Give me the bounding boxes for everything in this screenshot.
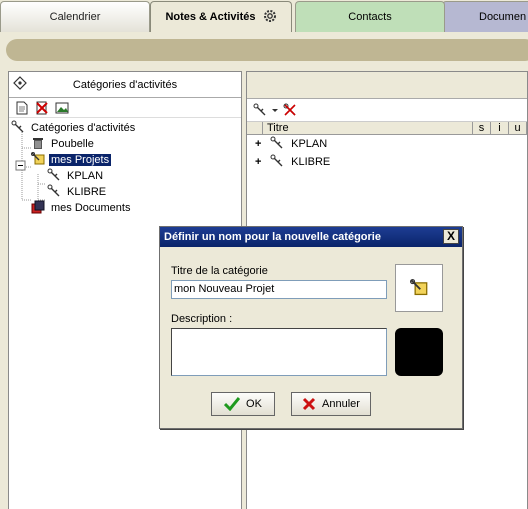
banner-bar xyxy=(6,39,528,61)
column-header: Titre s i u xyxy=(247,121,527,135)
tag-icon xyxy=(47,184,60,197)
column-u[interactable]: u xyxy=(509,122,527,134)
ok-label: OK xyxy=(246,398,262,410)
dialog-title: Définir un nom pour la nouvelle catégori… xyxy=(164,231,381,243)
column-i[interactable]: i xyxy=(491,122,509,134)
image-icon[interactable] xyxy=(55,101,69,115)
tree-item-label: mes Documents xyxy=(51,202,131,214)
cancel-x-icon xyxy=(302,397,316,411)
delete-tag-icon[interactable] xyxy=(283,103,297,117)
gear-icon xyxy=(263,10,276,22)
tag-icon xyxy=(270,136,283,149)
activities-header xyxy=(247,72,527,99)
tab-notes-activites[interactable]: Notes & Activités xyxy=(150,1,292,32)
tag-icon xyxy=(11,120,24,133)
documents-icon xyxy=(31,200,45,214)
new-category-dialog: Définir un nom pour la nouvelle catégori… xyxy=(159,226,463,429)
list-item[interactable]: + KPLAN xyxy=(247,135,527,153)
tab-bar: Calendrier Documen Contacts Notes & Acti… xyxy=(0,0,528,32)
ok-button[interactable]: OK xyxy=(211,392,275,416)
tab-label: Notes & Activités xyxy=(165,11,256,23)
checkmark-icon xyxy=(224,397,241,411)
tab-calendrier[interactable]: Calendrier xyxy=(0,1,150,32)
expand-icon[interactable]: + xyxy=(255,135,267,153)
new-document-icon[interactable] xyxy=(15,101,29,115)
cancel-button[interactable]: Annuler xyxy=(291,392,371,416)
tab-label: Documen xyxy=(479,11,527,23)
tab-label: Contacts xyxy=(348,11,392,23)
close-button[interactable]: X xyxy=(443,229,459,244)
tree-item-kplan[interactable]: KPLAN xyxy=(47,168,105,184)
diamond-icon[interactable] xyxy=(9,76,31,93)
dropdown-arrow-icon[interactable] xyxy=(271,106,279,114)
expand-icon[interactable]: + xyxy=(255,153,267,171)
list-item-label: KPLAN xyxy=(291,138,328,150)
tab-documents[interactable]: Documen xyxy=(442,1,528,32)
note-tag-icon xyxy=(410,279,428,296)
categories-toolbar xyxy=(9,98,241,118)
tree-item-klibre[interactable]: KLIBRE xyxy=(47,184,108,200)
tree-root-label: Catégories d'activités xyxy=(31,122,136,134)
activities-toolbar xyxy=(247,99,527,121)
trash-icon xyxy=(33,138,43,149)
note-tag-icon xyxy=(31,152,45,165)
tab-label: Calendrier xyxy=(49,11,101,23)
category-title-label: Titre de la catégorie xyxy=(171,265,268,277)
categories-header: Catégories d'activités xyxy=(9,72,241,98)
tag-icon xyxy=(270,154,283,167)
description-label: Description : xyxy=(171,313,233,325)
tree-item-label: mes Projets xyxy=(49,154,112,166)
tab-contacts[interactable]: Contacts xyxy=(295,1,445,32)
description-field[interactable] xyxy=(171,328,387,376)
tree-item-label: KLIBRE xyxy=(67,186,107,198)
list-item[interactable]: + KLIBRE xyxy=(247,153,527,171)
tag-icon[interactable] xyxy=(253,103,267,117)
category-color-button[interactable] xyxy=(395,328,443,376)
tag-icon xyxy=(47,168,60,181)
tree-item-label: KPLAN xyxy=(67,170,104,182)
cancel-label: Annuler xyxy=(322,398,360,410)
column-s[interactable]: s xyxy=(473,122,491,134)
column-titre[interactable]: Titre xyxy=(263,122,473,134)
column-expander xyxy=(247,122,263,134)
tree-item-mes-projets[interactable]: mes Projets xyxy=(31,152,112,168)
tree-item-label: Poubelle xyxy=(51,138,94,150)
dialog-title-bar: Définir un nom pour la nouvelle catégori… xyxy=(160,227,462,247)
tree-item-poubelle[interactable]: Poubelle xyxy=(31,136,96,152)
list-item-label: KLIBRE xyxy=(291,156,331,168)
category-tree: Catégories d'activités Poubelle mes Proj… xyxy=(9,118,241,214)
categories-header-title: Catégories d'activités xyxy=(72,78,178,91)
category-icon-button[interactable] xyxy=(395,264,443,312)
category-title-input[interactable]: mon Nouveau Projet xyxy=(171,280,387,299)
tree-root[interactable]: Catégories d'activités xyxy=(11,120,137,136)
delete-document-icon[interactable] xyxy=(35,101,49,115)
tree-item-mes-documents[interactable]: mes Documents xyxy=(31,200,132,216)
